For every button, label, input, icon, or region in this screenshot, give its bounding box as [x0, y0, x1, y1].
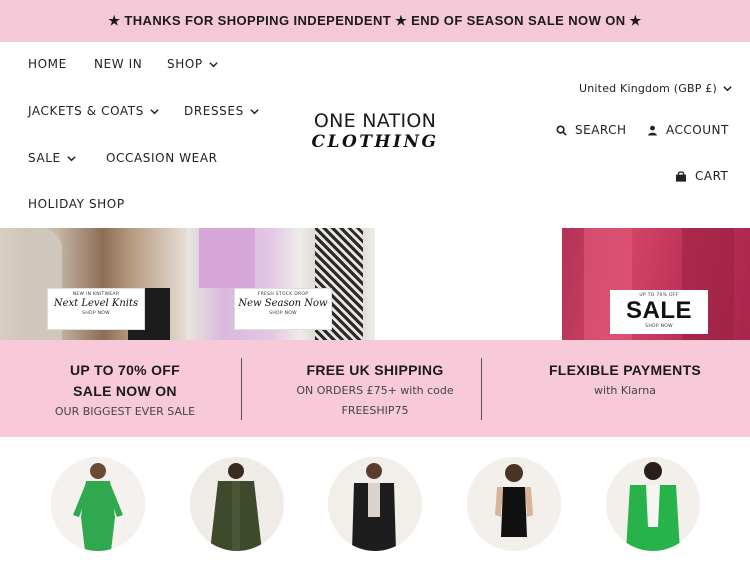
logo-line-2: CLOTHING — [311, 132, 439, 152]
banner-knits-cta: SHOP NOW — [82, 311, 110, 316]
product-image — [190, 457, 284, 551]
nav-holiday-shop-label: HOLIDAY SHOP — [28, 197, 125, 211]
feature-shipping[interactable]: FREE UK SHIPPING ON ORDERS £75+ with cod… — [250, 340, 500, 437]
category-circles — [0, 457, 750, 551]
feature-divider — [241, 358, 242, 420]
nav-home-label: HOME — [28, 57, 67, 71]
cart-link[interactable]: CART — [675, 169, 728, 183]
nav-sale[interactable]: SALE — [28, 151, 76, 165]
banner-new-season[interactable]: FRESH STOCK DROP New Season Now SHOP NOW — [187, 228, 375, 340]
announcement-text: ★ THANKS FOR SHOPPING INDEPENDENT ★ END … — [108, 13, 642, 28]
category-circle[interactable] — [328, 457, 422, 551]
nav-jackets-coats[interactable]: JACKETS & COATS — [28, 104, 159, 118]
feature-sale-subtitle: OUR BIGGEST EVER SALE — [54, 405, 196, 418]
chevron-down-icon — [250, 107, 259, 116]
search-icon — [556, 124, 567, 136]
banner-knits-card: NEW IN KNITWEAR Next Level Knits SHOP NO… — [47, 288, 145, 330]
feature-shipping-title: FREE UK SHIPPING — [306, 362, 444, 378]
chevron-down-icon — [67, 154, 76, 163]
nav-shop[interactable]: SHOP — [167, 57, 218, 71]
logo-line-1: ONE NATION — [313, 110, 437, 132]
nav-sale-label: SALE — [28, 151, 61, 165]
product-image — [328, 457, 422, 551]
account-link[interactable]: ACCOUNT — [647, 123, 729, 137]
banner-sale[interactable]: UP TO 70% OFF SALE SHOP NOW — [562, 228, 750, 340]
category-circle[interactable] — [467, 457, 561, 551]
features-strip: UP TO 70% OFF SALE NOW ON OUR BIGGEST EV… — [0, 340, 750, 437]
nav-jackets-coats-label: JACKETS & COATS — [28, 104, 144, 118]
nav-holiday-shop[interactable]: HOLIDAY SHOP — [28, 197, 125, 211]
banner-new-season-title: New Season Now — [238, 298, 328, 309]
product-image — [51, 457, 145, 551]
nav-dresses-label: DRESSES — [184, 104, 244, 118]
nav-shop-label: SHOP — [167, 57, 203, 71]
category-circle[interactable] — [51, 457, 145, 551]
banner-sale-title: SALE — [625, 297, 692, 324]
banner-sale-card: UP TO 70% OFF SALE SHOP NOW — [610, 290, 708, 334]
announcement-bar: ★ THANKS FOR SHOPPING INDEPENDENT ★ END … — [0, 0, 750, 42]
banner-new-season-cta: SHOP NOW — [269, 311, 297, 316]
site-logo[interactable]: ONE NATION CLOTHING — [300, 110, 450, 152]
currency-selector[interactable]: United Kingdom (GBP £) — [579, 82, 732, 95]
search-label: SEARCH — [575, 123, 627, 137]
nav-new-in[interactable]: NEW IN — [94, 57, 142, 71]
chevron-down-icon — [209, 60, 218, 69]
feature-shipping-subtitle: ON ORDERS £75+ with code FREESHIP75 — [296, 384, 454, 417]
search-link[interactable]: SEARCH — [556, 123, 627, 137]
nav-occasion-wear[interactable]: OCCASION WEAR — [106, 151, 218, 165]
nav-dresses[interactable]: DRESSES — [184, 104, 259, 118]
banner-knits-title: Next Level Knits — [53, 298, 139, 309]
chevron-down-icon — [723, 84, 732, 93]
feature-payments-subtitle: with Klarna — [594, 384, 656, 397]
banner-new-season-figure — [199, 228, 255, 288]
product-image — [606, 457, 700, 551]
banner-knits[interactable]: NEW IN KNITWEAR Next Level Knits SHOP NO… — [0, 228, 187, 340]
feature-payments-title: FLEXIBLE PAYMENTS — [548, 362, 702, 378]
chevron-down-icon — [150, 107, 159, 116]
cart-label: CART — [695, 169, 729, 183]
account-label: ACCOUNT — [666, 123, 729, 137]
banner-new-season-card: FRESH STOCK DROP New Season Now SHOP NOW — [234, 288, 332, 330]
feature-sale-title: UP TO 70% OFF SALE NOW ON — [70, 362, 180, 399]
currency-label: United Kingdom (GBP £) — [579, 82, 717, 95]
feature-divider — [481, 358, 482, 420]
product-image — [467, 457, 561, 551]
nav-occasion-wear-label: OCCASION WEAR — [106, 151, 218, 165]
nav-new-in-label: NEW IN — [94, 57, 143, 71]
category-circle[interactable] — [606, 457, 700, 551]
feature-payments[interactable]: FLEXIBLE PAYMENTS with Klarna — [500, 340, 750, 437]
category-circle[interactable] — [190, 457, 284, 551]
nav-home[interactable]: HOME — [28, 57, 67, 71]
feature-sale[interactable]: UP TO 70% OFF SALE NOW ON OUR BIGGEST EV… — [0, 340, 250, 437]
shopping-bag-icon — [675, 170, 687, 182]
banner-sale-cta: SHOP NOW — [645, 324, 673, 329]
user-icon — [647, 125, 658, 136]
